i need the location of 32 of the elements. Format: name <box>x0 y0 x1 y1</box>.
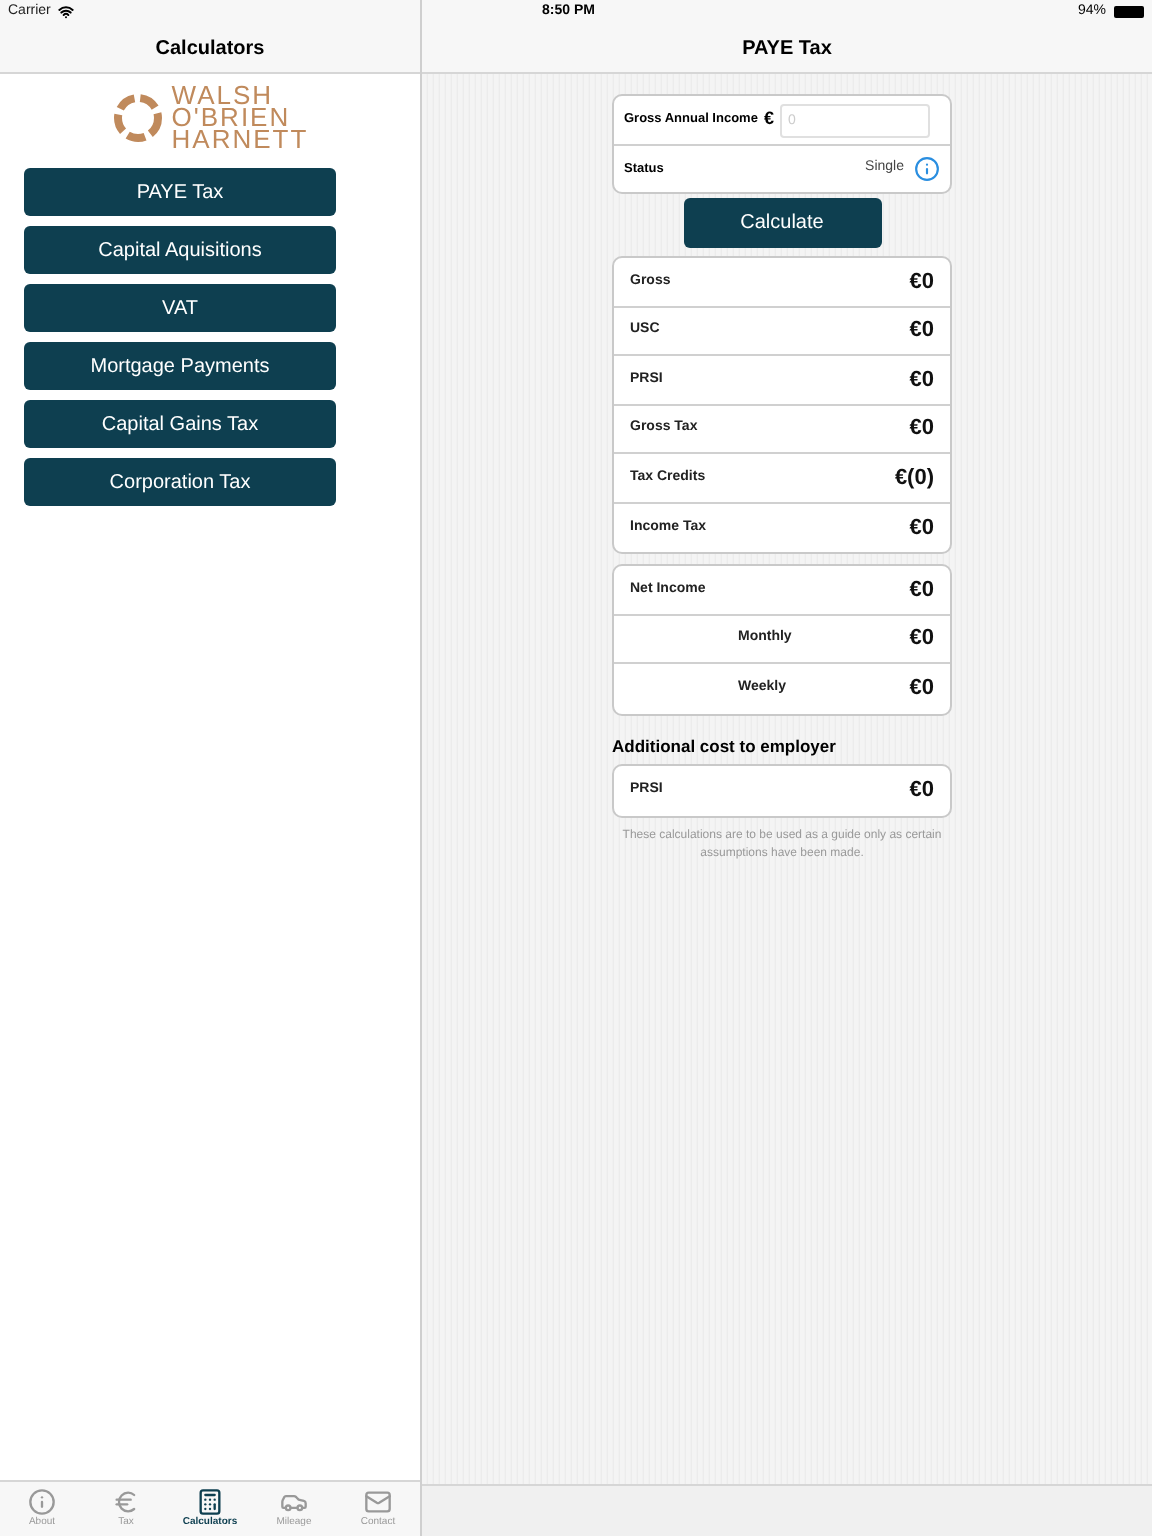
euro-icon <box>112 1487 140 1516</box>
row-value: €0 <box>909 267 934 297</box>
currency-label: € <box>763 106 774 133</box>
row-value: €0 <box>909 624 934 654</box>
wifi-icon <box>58 4 75 20</box>
logo-text: O'BRIEN <box>171 106 291 128</box>
row-value: €0 <box>909 674 934 704</box>
logo-text: HARNETT <box>171 128 309 150</box>
calculate-button[interactable]: Calculate <box>683 198 881 248</box>
row-value: €0 <box>909 365 934 395</box>
page-title: PAYE Tax <box>742 35 832 63</box>
row-value: €0 <box>909 513 934 543</box>
logo-text: WALSH <box>171 84 274 106</box>
sidebar-title: Calculators <box>155 35 265 63</box>
calculator-menu-button[interactable]: VAT <box>24 284 336 332</box>
info-icon[interactable] <box>914 156 940 182</box>
employer-heading: Additional cost to employer <box>612 733 838 759</box>
info-icon <box>28 1487 56 1516</box>
row-value: €0 <box>909 776 934 807</box>
calculator-menu-button[interactable]: Corporation Tax <box>24 458 336 506</box>
calculator-menu-button[interactable]: Capital Gains Tax <box>24 400 336 448</box>
row-value: €0 <box>909 575 934 605</box>
row-value: €0 <box>909 316 934 346</box>
calculator-menu-button[interactable]: PAYE Tax <box>24 168 336 216</box>
calculator-menu-button[interactable]: Mortgage Payments <box>24 342 336 390</box>
mail-icon <box>364 1487 392 1516</box>
logo-icon <box>111 91 164 143</box>
row-value: €0 <box>909 414 934 444</box>
calculator-menu-button[interactable]: Capital Aquisitions <box>24 226 336 274</box>
row-value: €(0) <box>894 463 934 493</box>
calculator-icon <box>196 1487 224 1516</box>
battery-icon <box>1114 6 1144 18</box>
